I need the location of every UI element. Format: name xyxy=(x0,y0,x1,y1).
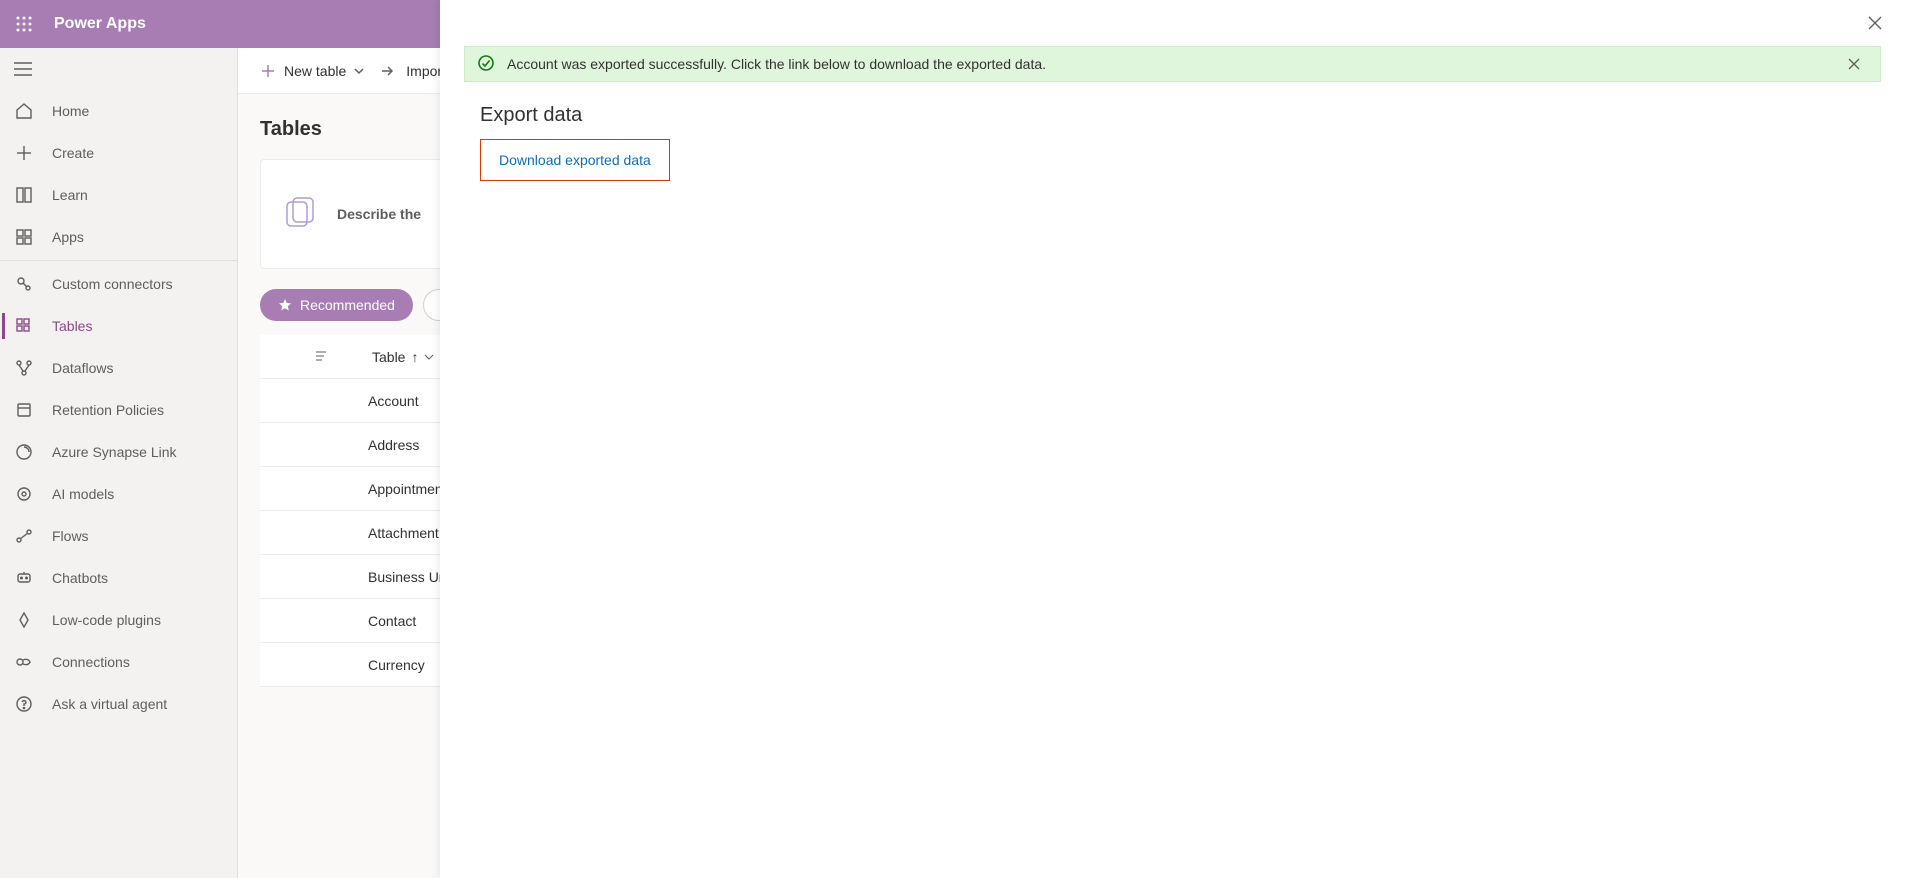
nav-label: Connections xyxy=(52,654,130,670)
table-cell: Business Unit xyxy=(260,569,454,585)
waffle-icon xyxy=(16,16,32,32)
download-exported-data-link[interactable]: Download exported data xyxy=(499,152,651,168)
nav-label: Retention Policies xyxy=(52,402,164,418)
col-table-header[interactable]: Table ↑ xyxy=(372,349,434,365)
nav-label: Home xyxy=(52,103,89,119)
table-cell: Attachment xyxy=(260,525,439,541)
banner-dismiss-button[interactable] xyxy=(1840,50,1868,78)
nav-custom-connectors[interactable]: Custom connectors xyxy=(0,263,237,305)
nav-ask-virtual-agent[interactable]: Ask a virtual agent xyxy=(0,683,237,725)
plus-icon xyxy=(260,63,276,79)
nav-label: Apps xyxy=(52,229,84,245)
chevron-down-icon xyxy=(424,352,434,362)
nav-low-code-plugins[interactable]: Low-code plugins xyxy=(0,599,237,641)
app-title: Power Apps xyxy=(54,15,146,33)
banner-message: Account was exported successfully. Click… xyxy=(507,56,1828,72)
panel-close-button[interactable] xyxy=(1861,9,1889,37)
table-cell: Contact xyxy=(260,613,416,629)
hamburger-icon xyxy=(14,62,32,76)
nav-divider xyxy=(0,260,237,261)
connections-icon xyxy=(14,652,34,672)
new-table-button[interactable]: New table xyxy=(260,63,364,79)
success-banner: Account was exported successfully. Click… xyxy=(464,46,1881,82)
list-sort-icon[interactable] xyxy=(314,349,328,365)
card-label: Describe the xyxy=(337,206,421,222)
table-cell: Account xyxy=(260,393,419,409)
table-cell: Currency xyxy=(260,657,425,673)
col-label-text: Table xyxy=(372,349,405,365)
dataflows-icon xyxy=(14,358,34,378)
nav-label: Create xyxy=(52,145,94,161)
nav-label: Flows xyxy=(52,528,89,544)
panel-title: Export data xyxy=(480,104,1865,127)
nav-retention-policies[interactable]: Retention Policies xyxy=(0,389,237,431)
import-icon xyxy=(380,65,398,77)
table-cell: Appointment xyxy=(260,481,447,497)
apps-icon xyxy=(14,227,34,247)
book-icon xyxy=(14,185,34,205)
nav-connections[interactable]: Connections xyxy=(0,641,237,683)
nav-label: Dataflows xyxy=(52,360,113,376)
nav-flows[interactable]: Flows xyxy=(0,515,237,557)
nav-collapse-toggle[interactable] xyxy=(0,48,237,90)
copilot-icon xyxy=(281,194,319,235)
nav-label: Chatbots xyxy=(52,570,108,586)
sort-direction-indicator: ↑ xyxy=(411,349,418,365)
success-check-icon xyxy=(477,54,495,75)
close-icon xyxy=(1847,57,1861,71)
nav-label: Custom connectors xyxy=(52,276,173,292)
nav-label: Learn xyxy=(52,187,88,203)
nav-azure-synapse-link[interactable]: Azure Synapse Link xyxy=(0,431,237,473)
nav-tables[interactable]: Tables xyxy=(0,305,237,347)
nav-label: AI models xyxy=(52,486,114,502)
download-link-highlight: Download exported data xyxy=(480,139,670,181)
retention-icon xyxy=(14,400,34,420)
nav-ai-models[interactable]: AI models xyxy=(0,473,237,515)
import-button[interactable]: Import xyxy=(380,63,446,79)
nav-chatbots[interactable]: Chatbots xyxy=(0,557,237,599)
star-icon xyxy=(278,298,292,312)
nav-label: Ask a virtual agent xyxy=(52,696,167,712)
chatbots-icon xyxy=(14,568,34,588)
left-nav: Home Create Learn Apps xyxy=(0,48,238,878)
ai-icon xyxy=(14,484,34,504)
nav-create[interactable]: Create xyxy=(0,132,237,174)
home-icon xyxy=(14,101,34,121)
nav-learn[interactable]: Learn xyxy=(0,174,237,216)
recommended-pill[interactable]: Recommended xyxy=(260,289,413,321)
nav-label: Tables xyxy=(52,318,92,334)
nav-dataflows[interactable]: Dataflows xyxy=(0,347,237,389)
nav-apps[interactable]: Apps xyxy=(0,216,237,258)
connector-icon xyxy=(14,274,34,294)
chevron-down-icon xyxy=(354,66,364,76)
plus-icon xyxy=(14,143,34,163)
button-label: New table xyxy=(284,63,346,79)
table-cell: Address xyxy=(260,437,419,453)
question-icon xyxy=(14,694,34,714)
tables-icon xyxy=(14,316,34,336)
close-icon xyxy=(1867,15,1883,31)
synapse-icon xyxy=(14,442,34,462)
flows-icon xyxy=(14,526,34,546)
export-data-panel: Account was exported successfully. Click… xyxy=(440,0,1905,878)
nav-label: Low-code plugins xyxy=(52,612,161,628)
nav-home[interactable]: Home xyxy=(0,90,237,132)
waffle-menu[interactable] xyxy=(8,8,40,40)
plugin-icon xyxy=(14,610,34,630)
nav-label: Azure Synapse Link xyxy=(52,444,177,460)
pill-label: Recommended xyxy=(300,297,395,313)
